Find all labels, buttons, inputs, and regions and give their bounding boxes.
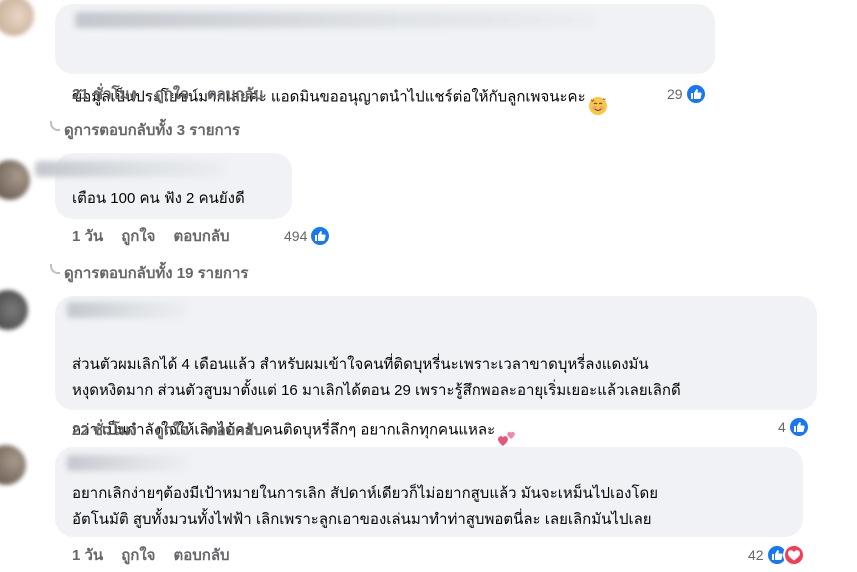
avatar[interactable] bbox=[0, 0, 34, 36]
reply-button[interactable]: ตอบกลับ bbox=[207, 418, 263, 442]
comment-bubble: ส่วนตัวผมเลิกได้ 4 เดือนแล้ว สำหรับผมเข้… bbox=[55, 296, 817, 446]
reaction-count: 29 bbox=[667, 86, 683, 102]
like-button[interactable]: ถูกใจ bbox=[121, 543, 155, 567]
comment-text: เตือน 100 คน ฟัง 2 คนยังดี bbox=[72, 190, 245, 207]
commenter-name[interactable] bbox=[75, 12, 595, 28]
like-icon bbox=[787, 416, 810, 438]
comment-bubble: อยากเลิกง่ายๆต้องมีเป้าหมายในการเลิก สัป… bbox=[55, 447, 803, 537]
avatar[interactable] bbox=[0, 160, 30, 200]
comment-timestamp[interactable]: 1 วัน bbox=[72, 543, 103, 567]
view-replies-label: ดูการตอบกลับทั้ง 19 รายการ bbox=[64, 265, 249, 282]
comment-text: อยากเลิกง่ายๆต้องมีเป้าหมายในการเลิก สัป… bbox=[72, 485, 659, 528]
comment-bubble: ข้อมูลเป็นประโยชน์มากเลยค่ะ แอดมินขออนุญ… bbox=[55, 4, 715, 115]
comment-meta: 1 วัน ถูกใจ ตอบกลับ bbox=[72, 545, 248, 565]
reaction-summary[interactable]: 29 bbox=[667, 82, 707, 106]
comment-timestamp[interactable]: 1 วัน bbox=[72, 224, 103, 248]
view-replies-link[interactable]: ดูการตอบกลับทั้ง 3 รายการ bbox=[50, 118, 240, 142]
reaction-count: 42 bbox=[748, 547, 764, 563]
commenter-name[interactable] bbox=[35, 161, 225, 177]
reaction-summary[interactable]: 42 bbox=[748, 543, 805, 567]
like-icon bbox=[684, 83, 707, 105]
avatar[interactable] bbox=[0, 445, 26, 485]
comment-timestamp[interactable]: 21 ชั่วโมง bbox=[72, 82, 137, 106]
comment-bubble: เตือน 100 คน ฟัง 2 คนยังดี bbox=[35, 153, 292, 219]
like-icon bbox=[309, 225, 332, 247]
commenter-name[interactable] bbox=[67, 455, 187, 471]
reaction-count: 494 bbox=[284, 228, 308, 244]
love-icon bbox=[782, 544, 805, 566]
like-button[interactable]: ถูกใจ bbox=[155, 82, 189, 106]
comment-meta: 1 วัน ถูกใจ ตอบกลับ bbox=[72, 226, 248, 246]
comment-meta: 22 ชั่วโมง ถูกใจ ตอบกลับ bbox=[72, 420, 281, 440]
commenter-name[interactable] bbox=[67, 302, 187, 318]
like-button[interactable]: ถูกใจ bbox=[155, 418, 189, 442]
comment-timestamp[interactable]: 22 ชั่วโมง bbox=[72, 418, 137, 442]
reply-button[interactable]: ตอบกลับ bbox=[207, 82, 263, 106]
reply-thread-hook bbox=[50, 121, 60, 131]
smiling-face-with-hearts-emoji bbox=[588, 70, 608, 125]
reaction-count: 4 bbox=[778, 419, 786, 435]
reply-button[interactable]: ตอบกลับ bbox=[173, 224, 229, 248]
reply-button[interactable]: ตอบกลับ bbox=[173, 543, 229, 567]
reaction-summary[interactable]: 494 bbox=[284, 224, 332, 248]
like-button[interactable]: ถูกใจ bbox=[121, 224, 155, 248]
comment-meta: 21 ชั่วโมง ถูกใจ ตอบกลับ bbox=[72, 84, 281, 104]
view-replies-link[interactable]: ดูการตอบกลับทั้ง 19 รายการ bbox=[50, 261, 248, 285]
view-replies-label: ดูการตอบกลับทั้ง 3 รายการ bbox=[64, 122, 241, 139]
reply-thread-hook bbox=[50, 264, 60, 274]
avatar[interactable] bbox=[0, 290, 28, 330]
reaction-summary[interactable]: 4 bbox=[778, 415, 810, 439]
